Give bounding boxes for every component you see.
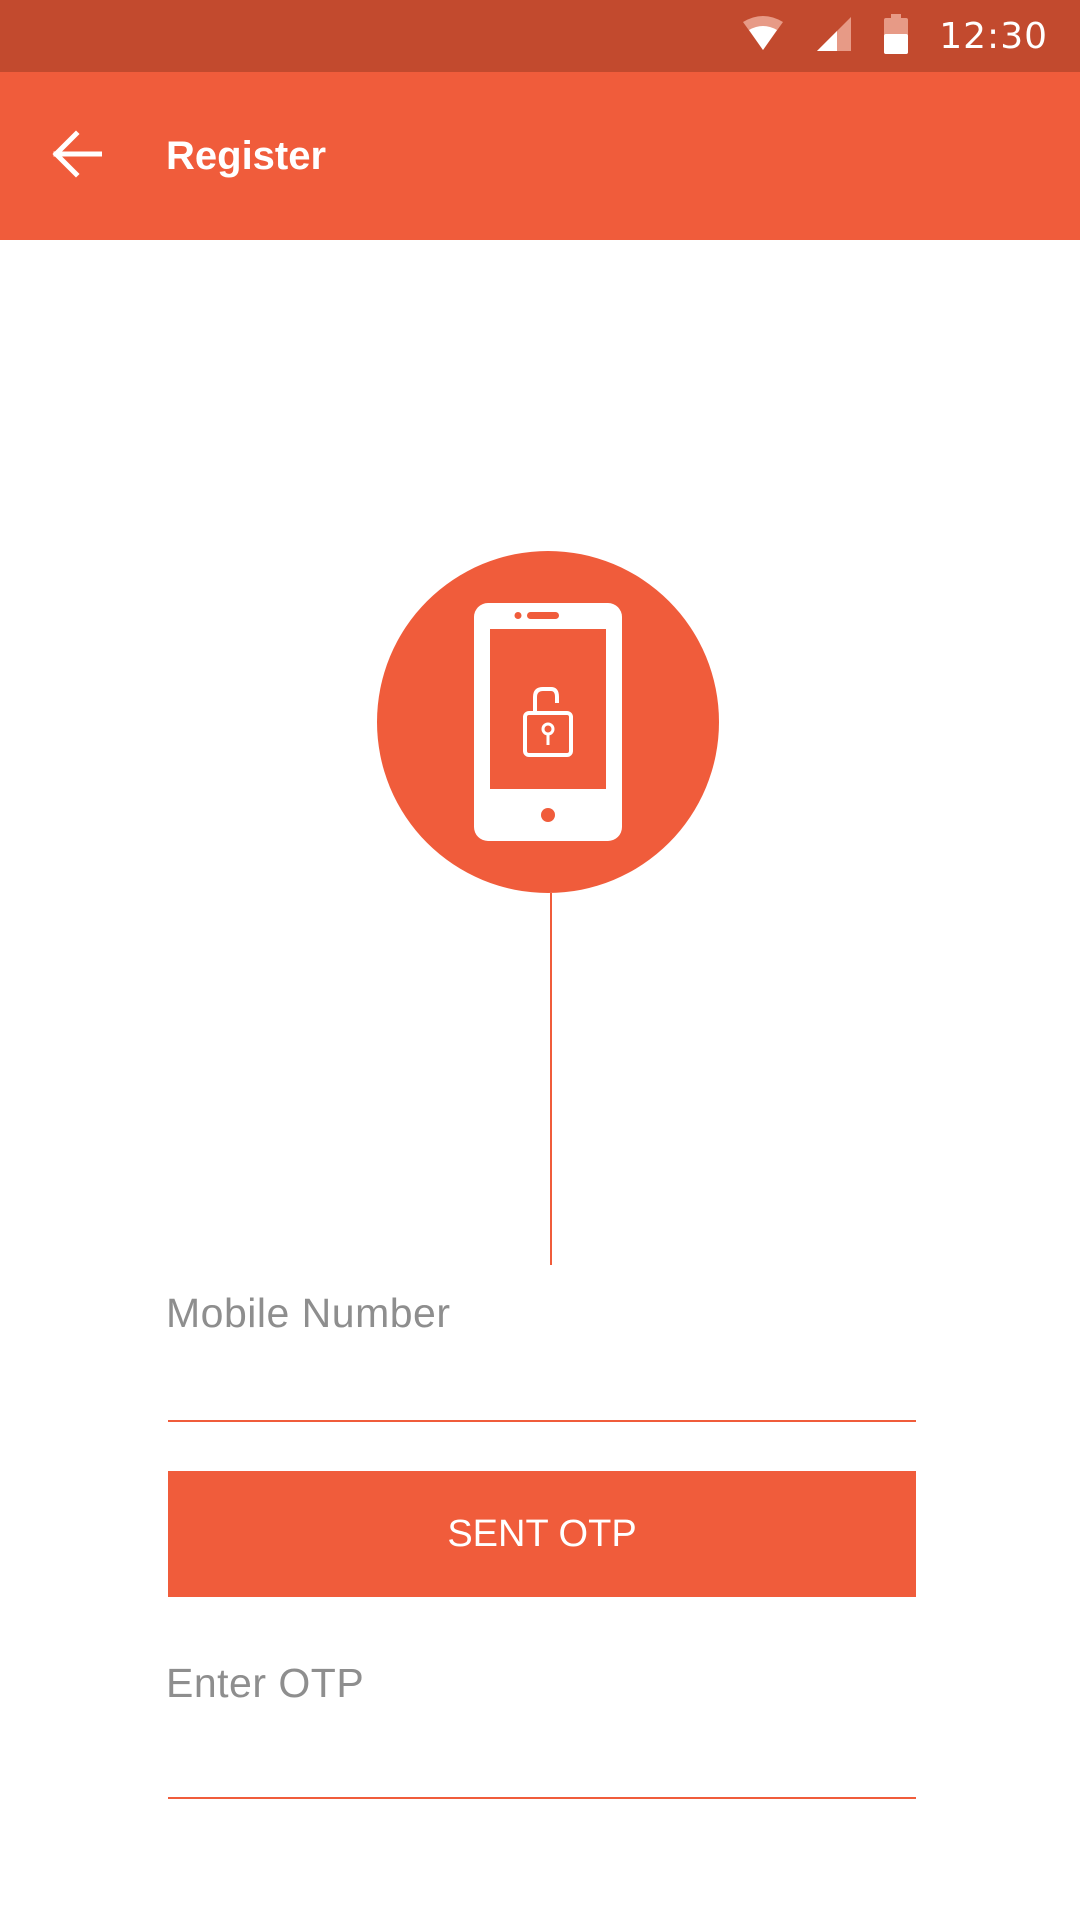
smartphone-unlock-icon — [474, 603, 622, 841]
otp-underline — [168, 1797, 916, 1799]
mobile-number-input[interactable] — [168, 1355, 916, 1415]
wifi-icon — [741, 15, 785, 57]
mobile-number-underline — [168, 1420, 916, 1422]
status-time: 12:30 — [939, 15, 1048, 57]
hero-circle — [377, 551, 719, 893]
battery-icon — [883, 13, 909, 59]
hero-connector-line — [550, 893, 552, 1265]
mobile-number-label: Mobile Number — [166, 1290, 451, 1336]
status-icons: 12:30 — [741, 0, 1048, 72]
back-button[interactable] — [40, 120, 112, 192]
otp-input[interactable] — [168, 1735, 916, 1795]
otp-label: Enter OTP — [166, 1660, 365, 1706]
arrow-back-icon — [50, 129, 103, 183]
cellular-signal-icon — [815, 15, 853, 58]
page-title: Register — [166, 133, 327, 178]
status-bar: 12:30 — [0, 0, 1080, 72]
send-otp-button[interactable]: SENT OTP — [168, 1471, 916, 1597]
app-bar: Register — [0, 72, 1080, 240]
